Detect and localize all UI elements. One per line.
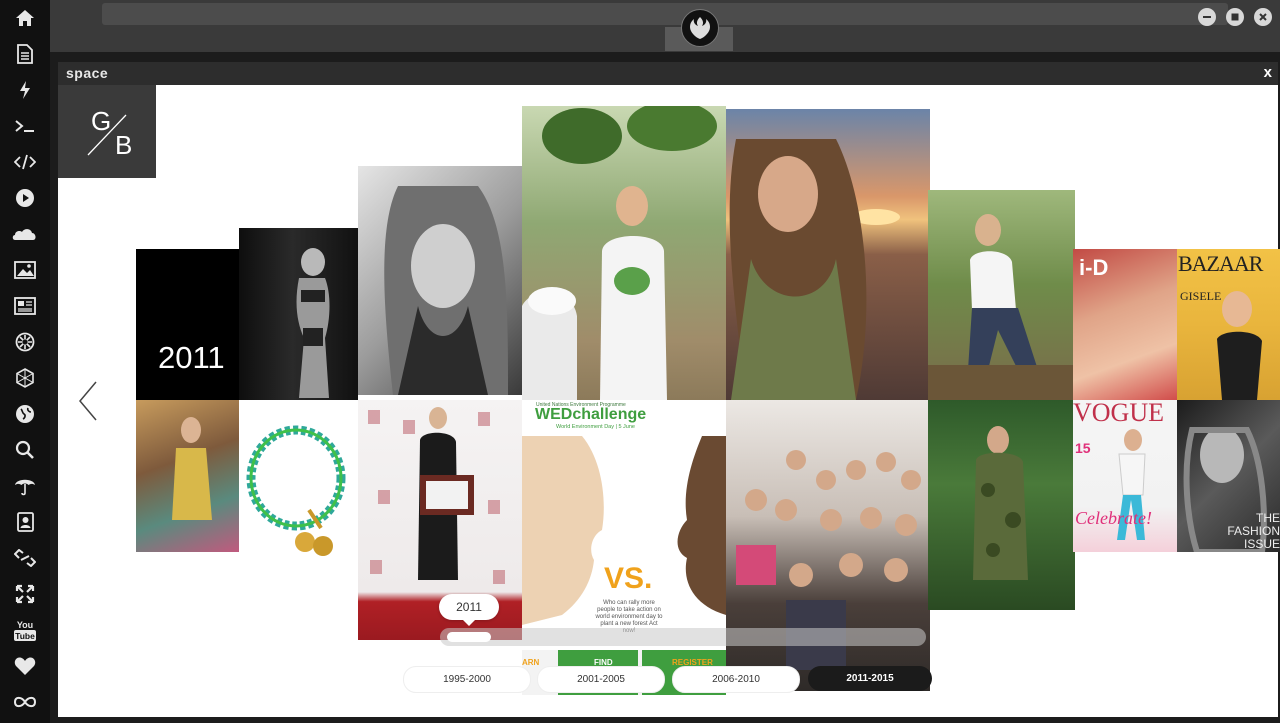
photo-camouflage[interactable] <box>928 400 1075 610</box>
top-bar <box>50 0 1280 52</box>
umbrella-icon[interactable] <box>11 472 39 500</box>
photo-planting-kneeling[interactable] <box>928 190 1075 400</box>
photo-bracelet[interactable] <box>239 400 358 572</box>
home-icon[interactable] <box>11 4 39 32</box>
timeline-slider-handle[interactable] <box>447 632 491 642</box>
magazine-id-cover[interactable]: i-D <box>1073 249 1177 400</box>
expand-icon[interactable] <box>11 580 39 608</box>
range-2006-2010[interactable]: 2006-2010 <box>672 666 800 693</box>
document-icon[interactable] <box>11 40 39 68</box>
timeline-track[interactable] <box>440 628 926 646</box>
infinity-icon[interactable] <box>11 688 39 716</box>
magazine-id-logo: i-D <box>1079 255 1109 280</box>
photo-carnival[interactable] <box>136 400 239 552</box>
maximize-button[interactable] <box>1226 8 1244 26</box>
youtube-icon[interactable]: You Tube <box>11 616 39 644</box>
poster-wed-challenge[interactable]: United Nations Environment Programme WED… <box>522 400 726 695</box>
close-window-button[interactable] <box>1254 8 1272 26</box>
year-label: 2011 <box>158 340 225 375</box>
svg-text:Tube: Tube <box>15 631 35 641</box>
magazine-fashion-cover[interactable]: THE FASHION ISSUE <box>1177 400 1280 552</box>
logo-letter-top: G <box>91 106 111 136</box>
year-tile[interactable] <box>136 249 239 400</box>
settings-wheel-icon[interactable] <box>11 328 39 356</box>
news-icon[interactable] <box>11 292 39 320</box>
lightning-icon[interactable] <box>11 76 39 104</box>
terminal-icon[interactable] <box>11 112 39 140</box>
panel-header: space x <box>58 62 1278 85</box>
panel-title: space <box>66 65 109 81</box>
play-icon[interactable] <box>11 184 39 212</box>
heart-icon[interactable] <box>11 652 39 680</box>
range-1995-2000[interactable]: 1995-2000 <box>403 666 531 693</box>
rebel-emblem-icon[interactable] <box>681 9 719 47</box>
photo-tree-planting-crowd[interactable] <box>522 106 726 400</box>
sidebar: You Tube <box>0 0 50 723</box>
logo-letter-bottom: B <box>115 130 132 160</box>
hexagon-icon[interactable] <box>11 364 39 392</box>
contacts-icon[interactable] <box>11 508 39 536</box>
panel-close-button[interactable]: x <box>1264 64 1272 81</box>
photo-group-smiles[interactable] <box>726 400 930 691</box>
photo-sunset-portrait[interactable] <box>726 109 930 400</box>
magazine-vogue-cover[interactable]: VOGUE 15 Celebrate! <box>1073 400 1177 552</box>
gb-logo[interactable]: G B <box>58 85 156 178</box>
cloud-icon[interactable] <box>11 220 39 248</box>
photo-lingerie-bw[interactable] <box>239 228 358 400</box>
magazine-fashion-text: THE FASHION ISSUE <box>1227 511 1280 551</box>
range-2001-2005[interactable]: 2001-2005 <box>537 666 665 693</box>
magazine-vogue-cover-text: Celebrate! <box>1075 508 1152 528</box>
magazine-bazaar-cover[interactable]: BAZAAR GISELE <box>1177 249 1280 400</box>
poster-footer-left: ARN <box>522 658 540 667</box>
image-icon[interactable] <box>11 256 39 284</box>
code-icon[interactable] <box>11 148 39 176</box>
globe-icon[interactable] <box>11 400 39 428</box>
search-icon[interactable] <box>11 436 39 464</box>
photo-portrait-bw[interactable] <box>358 166 522 395</box>
svg-text:You: You <box>17 620 33 630</box>
poster-vs: VS. <box>604 562 653 595</box>
previous-arrow-icon[interactable] <box>76 380 100 422</box>
timeline-year-bubble: 2011 <box>439 594 499 626</box>
minimize-button[interactable] <box>1198 8 1216 26</box>
address-bar[interactable] <box>102 3 1228 25</box>
link-icon[interactable] <box>11 544 39 572</box>
range-2011-2015[interactable]: 2011-2015 <box>808 666 932 691</box>
